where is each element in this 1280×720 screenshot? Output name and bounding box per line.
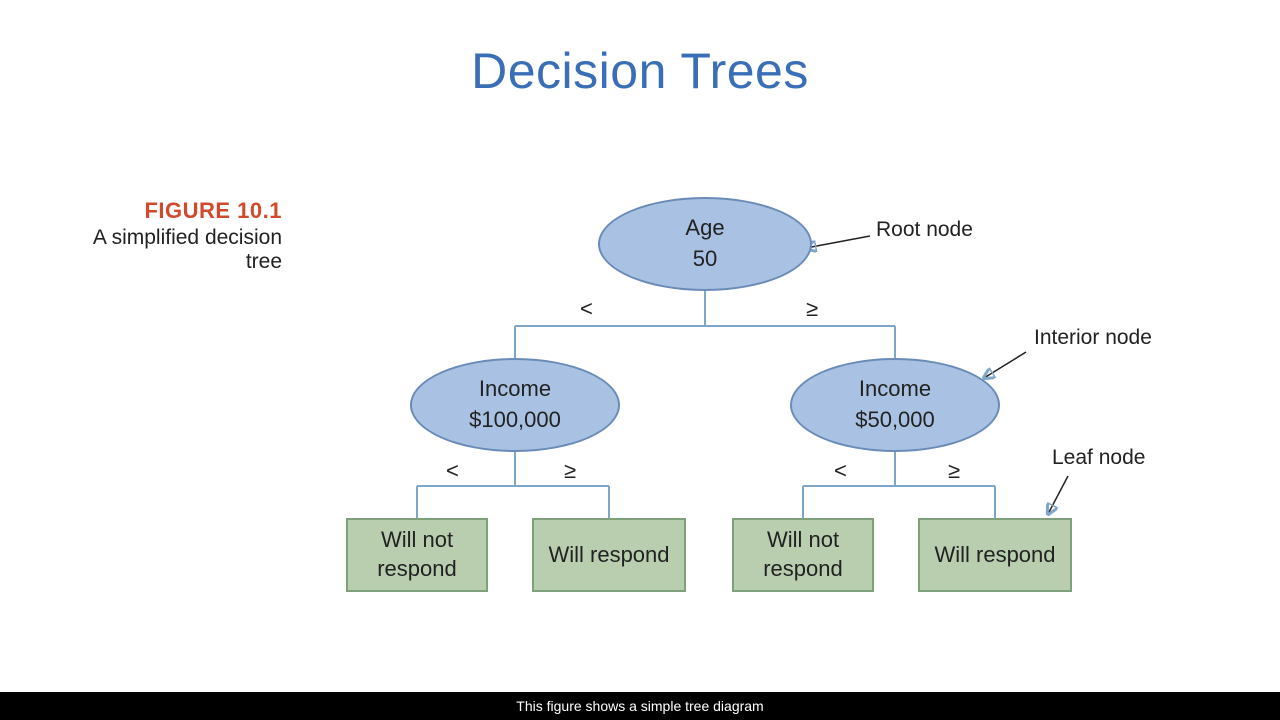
right-op-lt: < — [834, 458, 847, 484]
annotation-arrows — [0, 0, 1280, 720]
root-op-ge: ≥ — [806, 296, 818, 322]
leaf-node-4: Will respond — [918, 518, 1072, 592]
annotation-interior: Interior node — [1034, 326, 1152, 350]
leaf-node-1: Will not respond — [346, 518, 488, 592]
leaf3-line2: respond — [763, 555, 843, 584]
root-node-line1: Age — [685, 213, 724, 244]
interior-right-line1: Income — [859, 374, 931, 405]
interior-node-left: Income $100,000 — [410, 358, 620, 452]
root-node-line2: 50 — [693, 244, 717, 275]
footer-bar: This figure shows a simple tree diagram — [0, 692, 1280, 720]
leaf1-line1: Will not — [381, 526, 453, 555]
leaf-node-3: Will not respond — [732, 518, 874, 592]
right-op-ge: ≥ — [948, 458, 960, 484]
footer-text: This figure shows a simple tree diagram — [516, 698, 763, 714]
root-node: Age 50 — [598, 197, 812, 291]
interior-left-line2: $100,000 — [469, 405, 561, 436]
leaf-node-2: Will respond — [532, 518, 686, 592]
leaf1-line2: respond — [377, 555, 457, 584]
interior-node-right: Income $50,000 — [790, 358, 1000, 452]
figure-number: FIGURE 10.1 — [82, 198, 282, 224]
leaf3-line1: Will not — [767, 526, 839, 555]
slide-title: Decision Trees — [0, 42, 1280, 100]
annotation-leaf: Leaf node — [1052, 446, 1145, 470]
figure-caption: A simplified decision tree — [82, 226, 282, 274]
leaf2-line1: Will respond — [548, 541, 669, 570]
interior-left-line1: Income — [479, 374, 551, 405]
left-op-ge: ≥ — [564, 458, 576, 484]
interior-right-line2: $50,000 — [855, 405, 935, 436]
tree-connectors — [0, 0, 1280, 720]
root-op-lt: < — [580, 296, 593, 322]
annotation-root: Root node — [876, 218, 973, 242]
leaf4-line1: Will respond — [934, 541, 1055, 570]
figure-label-block: FIGURE 10.1 A simplified decision tree — [82, 198, 282, 274]
left-op-lt: < — [446, 458, 459, 484]
